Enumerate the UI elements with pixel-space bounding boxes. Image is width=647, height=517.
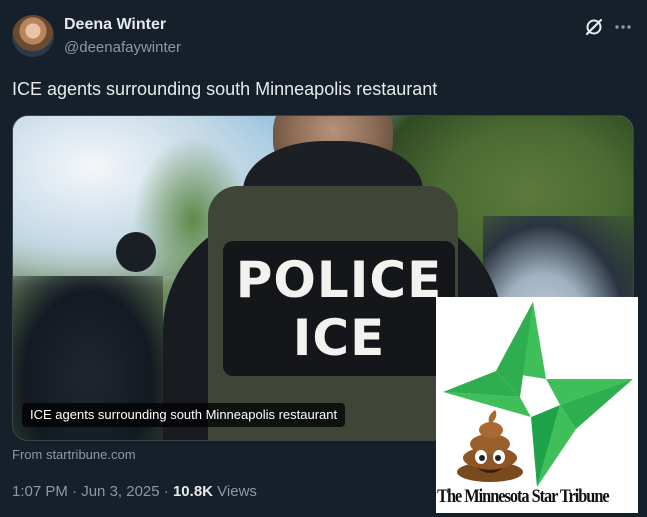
- patch-line-police: POLICE: [235, 250, 443, 309]
- tweet-date[interactable]: Jun 3, 2025: [81, 483, 159, 500]
- star-tribune-logo-overlay: The Minnesota Star Tribune: [436, 297, 638, 513]
- tweet-meta: 1:07 PM · Jun 3, 2025 · 10.8K Views: [12, 483, 257, 500]
- meta-separator: ·: [72, 483, 78, 500]
- views-count: 10.8K: [172, 483, 213, 500]
- star-tribune-wordmark: The Minnesota Star Tribune: [437, 486, 610, 507]
- author-avatar[interactable]: [12, 15, 54, 57]
- link-source[interactable]: From startribune.com: [12, 447, 136, 462]
- views-label: Views: [217, 483, 257, 500]
- meta-separator: ·: [163, 483, 169, 500]
- photo-head-left: [116, 232, 156, 272]
- more-dots-icon[interactable]: [613, 17, 633, 37]
- tweet-time[interactable]: 1:07 PM: [12, 483, 68, 500]
- grok-icon[interactable]: [584, 17, 604, 37]
- police-ice-patch: POLICE ICE: [223, 241, 455, 376]
- tweet-text: ICE agents surrounding south Minneapolis…: [12, 79, 438, 99]
- pile-of-poo-icon: [457, 410, 523, 482]
- author-handle[interactable]: @deenafaywinter: [64, 39, 181, 56]
- author-name[interactable]: Deena Winter: [64, 16, 166, 34]
- media-caption: ICE agents surrounding south Minneapolis…: [22, 403, 346, 427]
- patch-line-ice: ICE: [292, 308, 386, 367]
